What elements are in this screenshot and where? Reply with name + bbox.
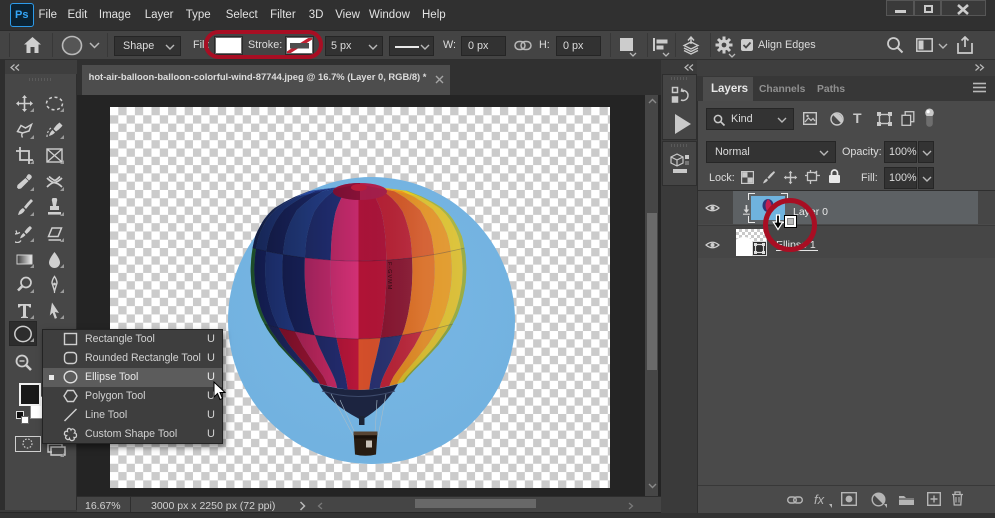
svg-text:F-GVMM: F-GVMM [386,262,392,290]
